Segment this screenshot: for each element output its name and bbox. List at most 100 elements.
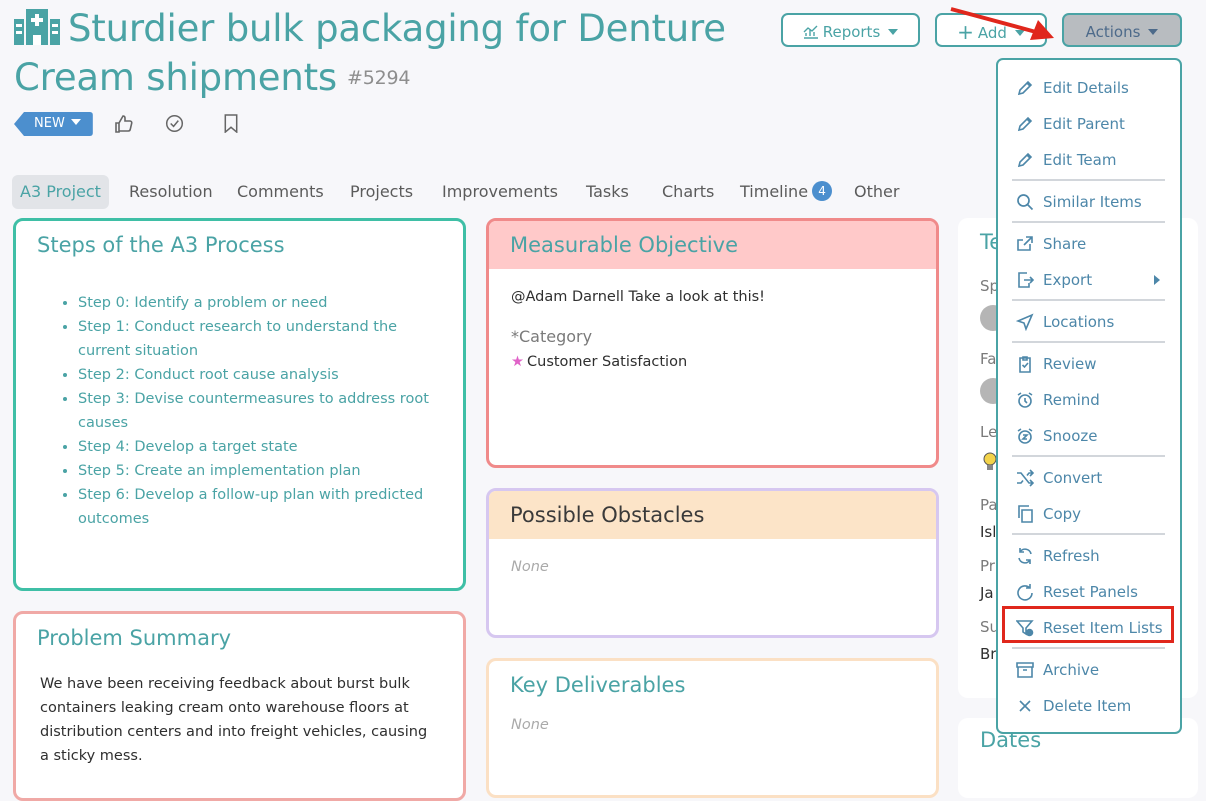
menu-item-label: Edit Details [1043,79,1129,97]
menu-item-delete-item[interactable]: Delete Item [996,693,1182,719]
field-value: Br [980,645,997,663]
rotate-icon [1017,584,1033,601]
lightbulb-icon [983,452,997,472]
tab-comments[interactable]: Comments [237,175,324,209]
clipboard-check-icon [1019,356,1031,373]
timeline-count-badge: 4 [812,181,833,201]
highlight-box [1002,606,1174,643]
menu-item-reset-panels[interactable]: Reset Panels [996,579,1182,605]
list-item: Step 3: Devise countermeasures to addres… [78,387,445,435]
menu-divider [1012,299,1165,301]
tab-timeline-label: Timeline [740,182,809,201]
export-icon [1018,272,1034,288]
caret-down-icon [70,119,81,125]
menu-divider [1012,221,1165,223]
menu-item-archive[interactable]: Archive [996,657,1182,683]
share-icon [1017,236,1033,251]
status-label: NEW [34,116,65,131]
menu-item-convert[interactable]: Convert [996,465,1182,491]
chart-icon [803,25,818,39]
tab-charts[interactable]: Charts [662,175,714,209]
mention-text: @Adam Darnell Take a look at this! [511,289,765,305]
location-arrow-icon [1016,313,1034,331]
annotation-arrow-icon [950,7,1054,40]
search-icon [1017,194,1034,211]
field-value: Isl [980,523,997,541]
caret-down-icon [888,29,899,35]
menu-item-export[interactable]: Export [996,267,1182,293]
menu-item-remind[interactable]: Remind [996,387,1182,413]
menu-divider [1012,533,1165,535]
caret-right-icon [1154,275,1160,285]
pencil-icon [1017,80,1033,96]
actions-button[interactable]: Actions [1062,13,1182,47]
item-number: #5294 [347,67,411,89]
tab-improvements[interactable]: Improvements [442,175,558,209]
reports-button[interactable]: Reports [781,13,920,47]
menu-item-share[interactable]: Share [996,231,1182,257]
menu-item-copy[interactable]: Copy [996,501,1182,527]
archive-icon [1016,662,1034,678]
tab-projects[interactable]: Projects [350,175,413,209]
measurable-objective-panel: Measurable Objective @Adam Darnell Take … [486,218,939,468]
list-item: Step 2: Conduct root cause analysis [78,363,445,387]
hospital-icon [14,9,60,55]
close-icon [1019,700,1031,712]
menu-item-snooze[interactable]: Snooze [996,423,1182,449]
list-item: Step 5: Create an implementation plan [78,459,445,483]
list-item: Step 4: Develop a target state [78,435,445,459]
possible-obstacles-header: Possible Obstacles [489,491,936,539]
possible-obstacles-title: Possible Obstacles [510,503,705,527]
menu-item-similar-items[interactable]: Similar Items [996,189,1182,215]
thumbs-up-icon[interactable] [114,114,134,134]
tab-other[interactable]: Other [854,175,899,209]
menu-item-label: Reset Panels [1043,583,1138,601]
status-badge[interactable]: NEW [14,112,93,136]
tab-tasks[interactable]: Tasks [586,175,629,209]
field-value: Ja [980,584,994,602]
menu-item-label: Remind [1043,391,1100,409]
menu-item-label: Archive [1043,661,1100,679]
bookmark-icon[interactable] [223,114,239,133]
check-circle-icon[interactable] [165,114,184,133]
tab-a3-project[interactable]: A3 Project [12,175,109,209]
field-label: Pr [980,557,995,575]
list-item: Step 6: Develop a follow-up plan with pr… [78,483,445,531]
page-title: Sturdier bulk packaging for Denture Crea… [14,6,754,101]
menu-item-edit-details[interactable]: Edit Details [996,75,1182,101]
tab-bar: A3 Project Resolution Comments Projects … [12,175,912,209]
tab-timeline[interactable]: Timeline 4 [740,175,833,209]
menu-item-label: Similar Items [1043,193,1142,211]
problem-summary-panel: Problem Summary We have been receiving f… [13,611,466,801]
shuffle-icon [1017,469,1034,487]
category-label: *Category [511,327,593,346]
star-icon: ★ [511,354,524,370]
key-deliverables-title: Key Deliverables [510,673,686,697]
possible-obstacles-panel: Possible Obstacles None [486,488,939,638]
menu-item-refresh[interactable]: Refresh [996,543,1182,569]
caret-down-icon [1148,29,1159,35]
menu-item-label: Export [1043,271,1093,289]
list-item: Step 1: Conduct research to understand t… [78,315,445,363]
menu-divider [1012,341,1165,343]
menu-item-label: Locations [1043,313,1115,331]
actions-label: Actions [1085,23,1141,41]
refresh-icon [1018,548,1032,564]
menu-item-edit-team[interactable]: Edit Team [996,147,1182,173]
menu-item-label: Convert [1043,469,1103,487]
tab-resolution[interactable]: Resolution [129,175,213,209]
menu-item-label: Refresh [1043,547,1100,565]
menu-item-label: Review [1043,355,1097,373]
alarm-clock-icon [1017,392,1033,408]
pencil-icon [1017,152,1033,168]
menu-divider [1012,647,1165,649]
list-item: Step 0: Identify a problem or need [78,291,445,315]
possible-obstacles-value: None [511,559,549,575]
menu-item-locations[interactable]: Locations [996,309,1182,335]
problem-summary-text: We have been receiving feedback about bu… [40,676,428,764]
field-label: Fa [980,350,997,368]
snooze-clock-icon [1017,428,1033,444]
menu-item-edit-parent[interactable]: Edit Parent [996,111,1182,137]
menu-item-label: Edit Parent [1043,115,1125,133]
menu-item-review[interactable]: Review [996,351,1182,377]
